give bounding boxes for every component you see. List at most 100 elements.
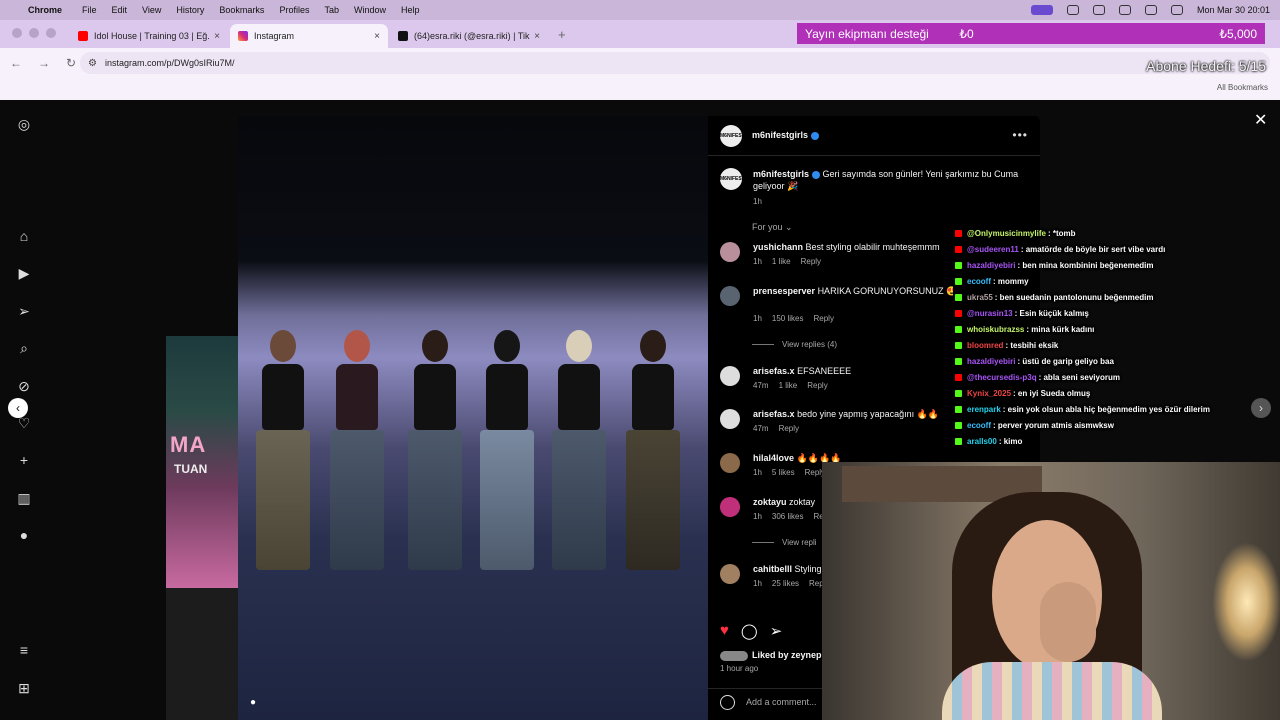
wifi-icon[interactable] — [1118, 5, 1131, 15]
comment-username[interactable]: arisefas.x — [753, 409, 795, 419]
messages-icon[interactable]: ➢ — [16, 303, 32, 319]
caption-author-avatar[interactable]: M6NIFEST — [720, 168, 745, 190]
donation-goal-bar: Yayın ekipmanı desteği ₺0 ₺5,000 — [797, 23, 1265, 44]
chat-text: : abla seni seviyorum — [1038, 372, 1120, 382]
reply-button[interactable]: Reply — [779, 424, 799, 433]
create-icon[interactable]: + — [16, 452, 32, 468]
zoom-window-button[interactable] — [46, 28, 56, 38]
tab-instagram[interactable]: Instagram × — [230, 24, 388, 48]
like-heart-icon[interactable]: ♥ — [720, 622, 729, 640]
close-window-button[interactable] — [12, 28, 22, 38]
chat-text: : en iyi Sueda olmuş — [1013, 388, 1091, 398]
menu-edit[interactable]: Edit — [112, 5, 128, 15]
commenter-avatar[interactable] — [720, 564, 740, 584]
menubar-clock[interactable]: Mon Mar 30 20:01 — [1197, 5, 1270, 15]
emoji-icon[interactable] — [720, 695, 735, 710]
new-tab-button[interactable]: + — [558, 27, 566, 42]
menu-view[interactable]: View — [142, 5, 161, 15]
comment-likes[interactable]: 1 like — [779, 381, 798, 390]
menu-tab[interactable]: Tab — [324, 5, 339, 15]
comment-username[interactable]: hilal4love — [753, 453, 794, 463]
close-tab-icon[interactable]: × — [374, 31, 380, 42]
close-tab-icon[interactable]: × — [534, 31, 540, 42]
caption-username[interactable]: m6nifestgirls — [753, 169, 809, 179]
reply-button[interactable]: Reply — [801, 257, 821, 266]
menu-profiles[interactable]: Profiles — [279, 5, 309, 15]
reload-icon[interactable]: ↻ — [66, 56, 76, 70]
control-center-icon[interactable] — [1170, 5, 1183, 15]
menu-bookmarks[interactable]: Bookmarks — [219, 5, 264, 15]
comment-username[interactable]: arisefas.x — [753, 366, 795, 376]
tagged-users-icon[interactable]: ● — [250, 697, 256, 708]
menu-window[interactable]: Window — [354, 5, 386, 15]
comment-bubble-icon[interactable]: ◯ — [741, 622, 758, 640]
explore-icon[interactable]: ⊘ — [16, 378, 32, 394]
search-icon[interactable]: ⌕ — [16, 340, 32, 356]
chat-username: whoiskubrazss — [967, 324, 1025, 334]
address-bar[interactable]: ⚙ instagram.com/p/DWg0sIRiu7M/ — [80, 52, 1270, 74]
battery-icon[interactable] — [1144, 5, 1157, 15]
comment-likes[interactable]: 25 likes — [772, 579, 799, 588]
chat-message: @sudeeren11: amatörde de böyle bir sert … — [955, 241, 1280, 257]
chat-message: bloomred: tesbihi eksik — [955, 337, 1280, 353]
chat-message: ecooff: mommy — [955, 273, 1280, 289]
previous-post-button[interactable]: ‹ — [8, 398, 28, 418]
view-replies-button[interactable]: View replies (4) — [782, 340, 837, 349]
youtube-icon — [955, 373, 962, 381]
site-settings-icon[interactable]: ⚙ — [88, 58, 97, 69]
tab-tiktok[interactable]: (64)esra.riki (@esra.riki) | Tik... × — [390, 24, 548, 48]
status-icon[interactable] — [1066, 5, 1079, 15]
commenter-avatar[interactable] — [720, 453, 740, 473]
comment-username[interactable]: yushichann — [753, 242, 803, 252]
insights-icon[interactable]: ▥ — [16, 490, 32, 506]
commenter-avatar[interactable] — [720, 366, 740, 386]
menu-help[interactable]: Help — [401, 5, 420, 15]
view-replies-button[interactable]: View repli — [782, 538, 817, 547]
comment-likes[interactable]: 5 likes — [772, 468, 795, 477]
reply-button[interactable]: Reply — [807, 381, 827, 390]
comment-username[interactable]: prensesperver — [753, 286, 815, 296]
close-tab-icon[interactable]: × — [214, 31, 220, 42]
home-icon[interactable]: ⌂ — [16, 228, 32, 244]
forward-icon[interactable]: → — [38, 56, 50, 70]
more-options-icon[interactable]: ••• — [1012, 128, 1028, 142]
group-member-figure — [548, 330, 610, 570]
commenter-avatar[interactable] — [720, 242, 740, 262]
all-bookmarks-button[interactable]: All Bookmarks — [1217, 83, 1268, 92]
streamer-sweater — [942, 662, 1162, 720]
commenter-avatar[interactable] — [720, 497, 740, 517]
author-avatar[interactable]: M6NIFEST — [720, 125, 745, 147]
liked-by-text[interactable]: Liked by zeynep — [720, 650, 822, 661]
chat-text: : ben suedanin pantolonunu beğenmedim — [994, 292, 1154, 302]
commenter-avatar[interactable] — [720, 286, 740, 306]
reply-button[interactable]: Reply — [813, 314, 833, 323]
menu-history[interactable]: History — [176, 5, 204, 15]
also-from-meta-icon[interactable]: ⊞ — [16, 680, 32, 696]
comment-username[interactable]: cahitbelll — [753, 564, 792, 574]
menu-file[interactable]: File — [82, 5, 97, 15]
comment-likes[interactable]: 1 like — [772, 257, 791, 266]
add-comment-input[interactable]: Add a comment... — [746, 697, 817, 707]
tiktok-icon — [398, 31, 408, 41]
back-icon[interactable]: ← — [10, 56, 22, 70]
minimize-window-button[interactable] — [29, 28, 39, 38]
commenter-avatar[interactable] — [720, 409, 740, 429]
comment-username[interactable]: zoktayu — [753, 497, 787, 507]
profile-avatar-icon[interactable]: ● — [16, 527, 32, 543]
share-icon[interactable]: ➢ — [770, 622, 783, 640]
more-menu-icon[interactable]: ≡ — [16, 642, 32, 658]
post-image[interactable]: ● — [238, 116, 708, 720]
comment-likes[interactable]: 306 likes — [772, 512, 804, 521]
menubar-app-name[interactable]: Chrome — [28, 5, 62, 15]
comment-sort-dropdown[interactable]: For you ⌄ — [752, 222, 793, 233]
author-username[interactable]: m6nifestgirls — [752, 130, 820, 140]
group-member-figure — [622, 330, 684, 570]
chat-message: ecooff: perver yorum atmis aismwksw — [955, 417, 1280, 433]
tab-idol-house[interactable]: Idol House | Training 03 | Eğ... × — [70, 24, 228, 48]
reels-icon[interactable]: ▶ — [16, 265, 32, 281]
close-post-icon[interactable]: ✕ — [1254, 110, 1267, 130]
comment-likes[interactable]: 150 likes — [772, 314, 804, 323]
status-icon[interactable] — [1092, 5, 1105, 15]
instagram-logo-icon[interactable]: ◎ — [16, 116, 32, 132]
screen-record-icon[interactable] — [1030, 5, 1053, 15]
